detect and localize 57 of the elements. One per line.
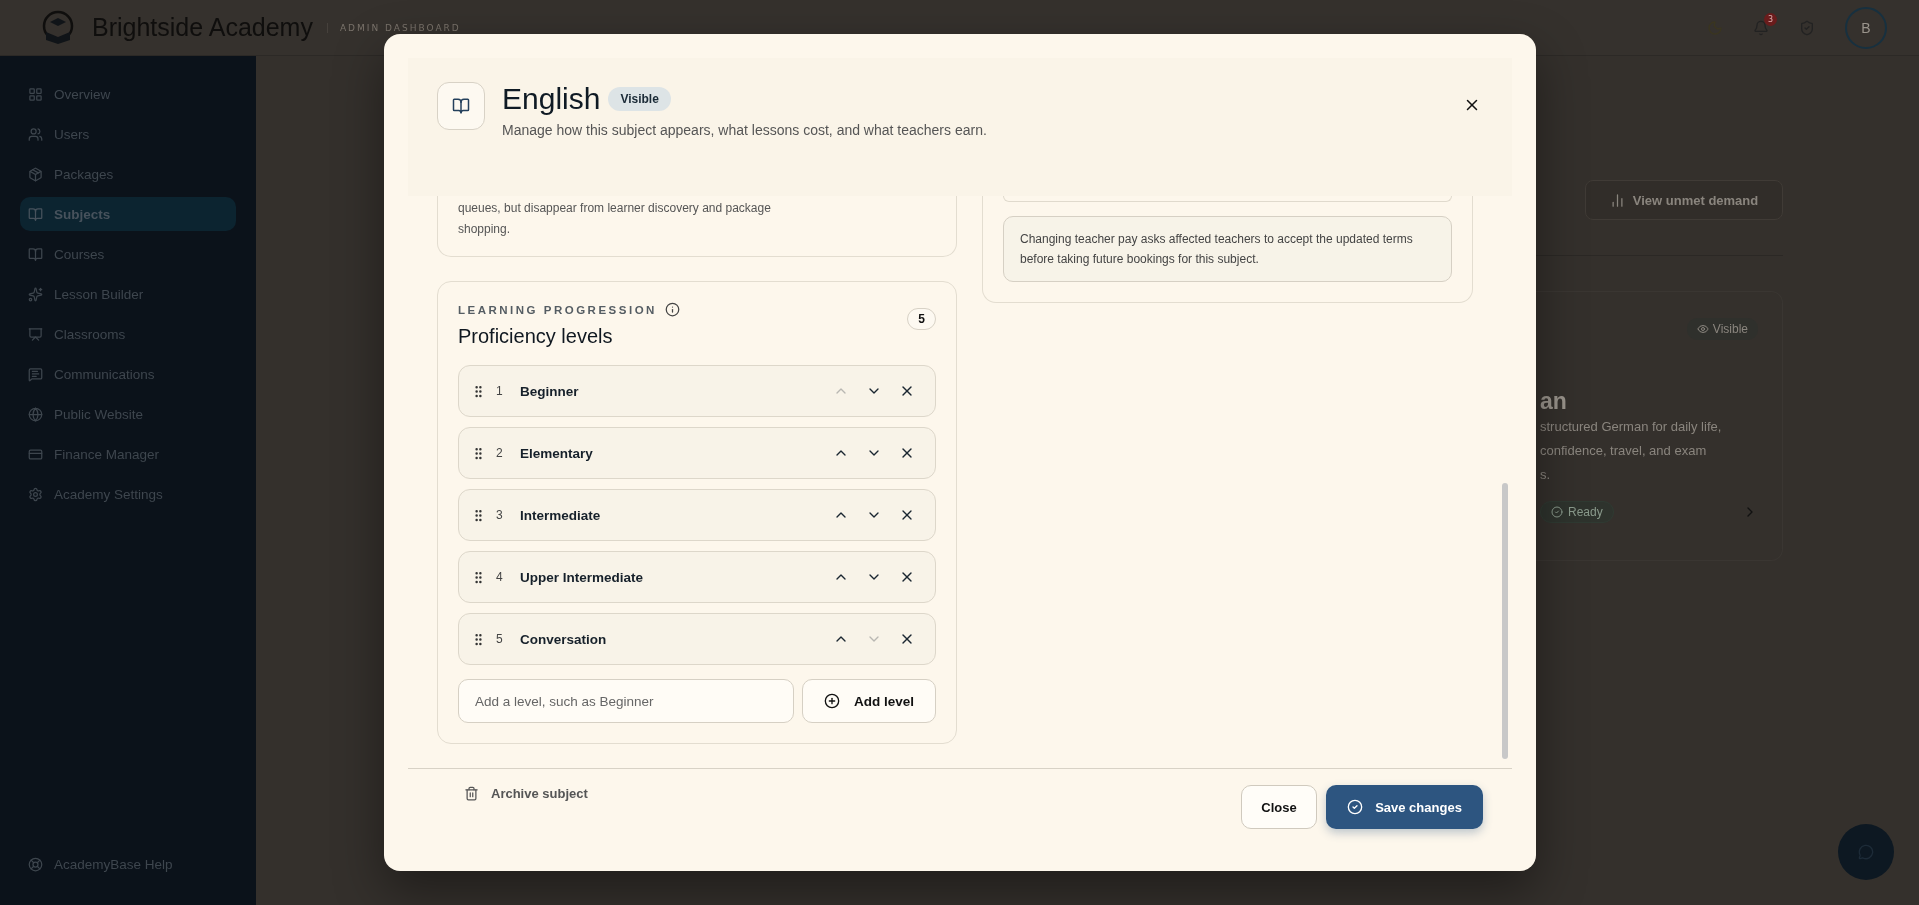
level-name: Beginner	[520, 383, 579, 399]
dialog-subtitle: Manage how this subject appears, what lessons cost, and what teachers earn.	[502, 122, 987, 138]
notification-count: 3	[1764, 12, 1777, 26]
book-icon	[28, 246, 43, 262]
info-icon[interactable]	[664, 302, 680, 317]
eye-icon	[1696, 323, 1709, 335]
brand-tagline: ADMIN DASHBOARD	[326, 22, 461, 33]
level-number: 5	[496, 632, 504, 646]
presentation-board-icon	[28, 326, 43, 342]
globe-icon	[28, 406, 43, 422]
subject-title: an	[1540, 388, 1568, 415]
view-demand-button[interactable]: View unmet demand	[1585, 180, 1783, 220]
users-icon	[28, 126, 43, 142]
level-number: 2	[496, 446, 504, 460]
level-number: 3	[496, 508, 504, 522]
check-circle-icon	[1347, 799, 1364, 815]
bar-chart-icon	[1609, 192, 1625, 208]
plus-circle-icon	[824, 693, 840, 709]
add-level-button[interactable]: Add level	[802, 679, 936, 723]
save-button[interactable]: Save changes	[1326, 785, 1483, 829]
level-name: Intermediate	[520, 507, 601, 523]
subject-description: structured German for daily life,	[1540, 418, 1723, 436]
book-icon	[452, 97, 470, 115]
visibility-note: queues, but disappear from learner discovery and package shopping.	[458, 200, 772, 238]
section-eyebrow: LEARNING PROGRESSION	[458, 303, 657, 316]
status-badge: Ready	[1540, 501, 1614, 523]
chat-icon	[28, 366, 43, 382]
sidebar-item[interactable]: Subjects	[20, 197, 236, 231]
sparkles-icon	[28, 286, 43, 302]
lifebuoy-icon	[28, 856, 43, 872]
pay-note: Changing teacher pay asks affected teachers to accept the updated terms before taking future bookings for this subject.	[1003, 216, 1452, 282]
visibility-badge: Visible	[1686, 318, 1758, 340]
level-name: Elementary	[520, 445, 593, 461]
chat-button[interactable]	[1838, 824, 1894, 880]
user-avatar[interactable]: B	[1845, 6, 1887, 49]
level-count: 5	[907, 308, 936, 330]
status-pill: Visible	[608, 87, 671, 111]
book-icon	[28, 206, 43, 222]
archive-button[interactable]: Archive subject	[458, 785, 594, 802]
card-icon	[28, 446, 43, 462]
grid-icon	[28, 86, 43, 102]
level-name: Conversation	[520, 631, 607, 647]
level-number: 1	[496, 384, 504, 398]
check-circle-icon	[1551, 506, 1563, 518]
box-icon	[28, 166, 43, 182]
trash-icon	[464, 786, 479, 801]
settings-icon	[28, 486, 43, 502]
subject-description: confidence, travel, and exam	[1540, 442, 1708, 460]
level-number: 4	[496, 570, 504, 584]
close-dialog-button[interactable]: Close	[1241, 785, 1317, 829]
bell-icon[interactable]	[1753, 19, 1769, 36]
section-title: Proficiency levels	[458, 325, 614, 348]
subject-description: s.	[1540, 466, 1552, 484]
dialog-title: English	[502, 82, 601, 116]
level-name: Upper Intermediate	[520, 569, 644, 585]
scrollbar[interactable]	[1502, 483, 1508, 759]
level-input[interactable]: Add a level, such as Beginner	[458, 679, 794, 723]
